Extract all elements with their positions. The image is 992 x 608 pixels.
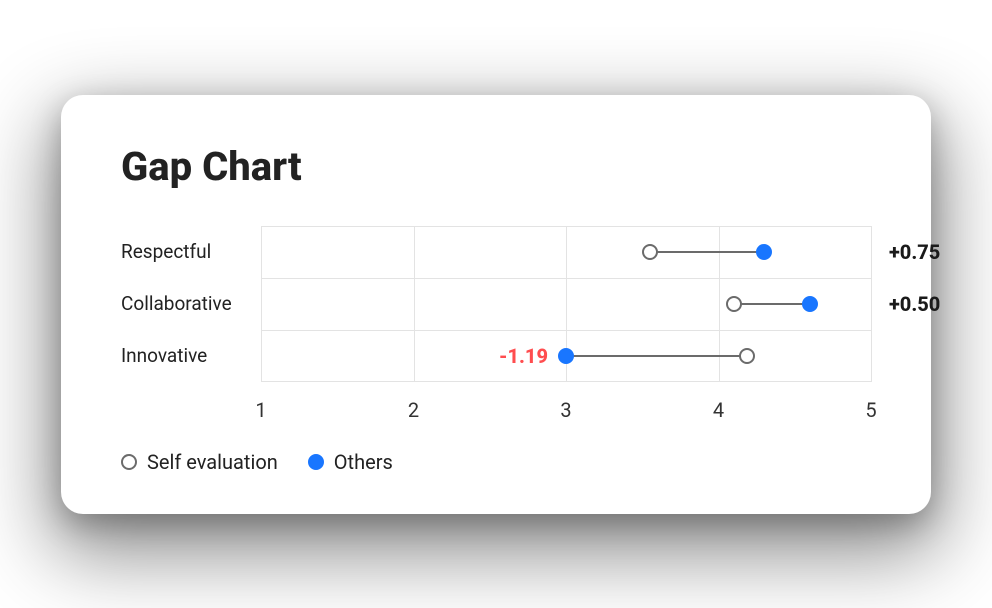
legend-label-others: Others: [334, 450, 393, 474]
row-border: [261, 330, 871, 331]
gridline: [414, 278, 415, 330]
legend-item-others: Others: [308, 450, 393, 474]
gridline: [566, 226, 567, 278]
self-point-icon: [726, 296, 742, 312]
gap-value: +0.50: [889, 292, 940, 316]
self-point-icon: [642, 244, 658, 260]
row-label: Collaborative: [121, 292, 261, 315]
others-point-icon: [558, 348, 574, 364]
row-border: [261, 278, 871, 279]
gridline: [414, 226, 415, 278]
x-tick: 3: [560, 398, 571, 422]
gap-value: -1.19: [499, 344, 548, 368]
x-tick: 1: [255, 398, 266, 422]
gridline: [261, 278, 262, 330]
x-tick: 4: [713, 398, 724, 422]
x-axis: 12345: [121, 392, 871, 422]
others-point-icon: [802, 296, 818, 312]
legend-item-self: Self evaluation: [121, 450, 278, 474]
chart-row: Innovative -1.19: [121, 330, 871, 382]
legend-label-self: Self evaluation: [147, 450, 278, 474]
gridline: [261, 226, 262, 278]
gridline: [261, 330, 262, 382]
others-point-icon: [756, 244, 772, 260]
chart-area: Respectful+0.75Collaborative+0.50Innovat…: [121, 226, 871, 422]
row-label: Innovative: [121, 344, 261, 367]
gridline: [871, 278, 872, 330]
plot-area: -1.19: [261, 330, 871, 382]
hollow-circle-icon: [121, 454, 137, 470]
gap-value: +0.75: [889, 240, 940, 264]
row-label: Respectful: [121, 240, 261, 263]
chart-row: Respectful+0.75: [121, 226, 871, 278]
gap-connector: [566, 355, 747, 357]
gridline: [719, 278, 720, 330]
filled-circle-icon: [308, 454, 324, 470]
row-border: [261, 226, 871, 227]
row-border: [261, 381, 871, 382]
gridline: [871, 226, 872, 278]
gridline: [871, 330, 872, 382]
x-tick: 5: [865, 398, 876, 422]
chart-row: Collaborative+0.50: [121, 278, 871, 330]
plot-area: +0.75: [261, 226, 871, 278]
gridline: [414, 330, 415, 382]
chart-title: Gap Chart: [121, 143, 871, 190]
gridline: [566, 278, 567, 330]
gap-connector: [734, 303, 810, 305]
self-point-icon: [739, 348, 755, 364]
gap-connector: [650, 251, 764, 253]
legend: Self evaluation Others: [121, 450, 871, 474]
plot-area: +0.50: [261, 278, 871, 330]
gap-chart-card: Gap Chart Respectful+0.75Collaborative+0…: [61, 95, 931, 514]
x-tick: 2: [408, 398, 419, 422]
